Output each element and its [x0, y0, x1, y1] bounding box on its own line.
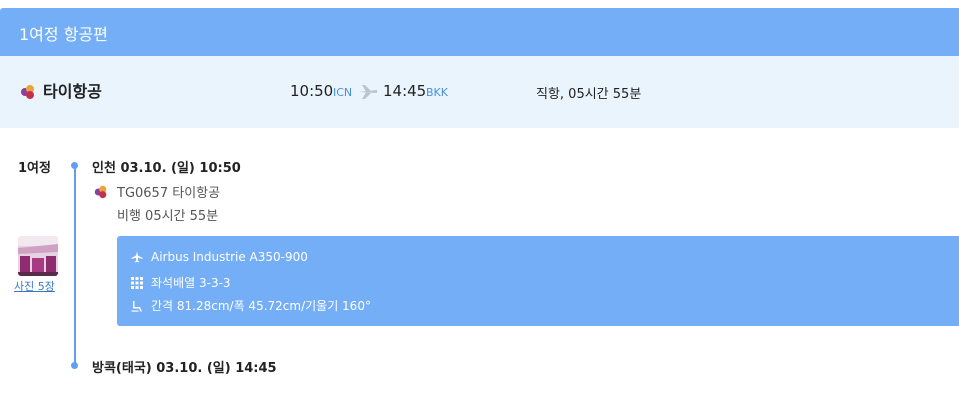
seat-grid-icon	[131, 276, 143, 289]
thai-airways-logo-icon	[94, 185, 107, 199]
arrival-time: 14:45	[383, 82, 427, 100]
arrival-airport-code: BKK	[426, 86, 448, 99]
flight-duration: 직항, 05시간 55분	[536, 87, 642, 102]
timeline-end-dot	[71, 362, 78, 369]
flight-duration-detail: 비행 05시간 55분	[117, 209, 219, 224]
arrival-info: 방콕(태국) 03.10. (일) 14:45	[92, 361, 277, 376]
itinerary-header: 1여정 항공편	[0, 8, 959, 56]
departure-info: 인천 03.10. (일) 10:50	[92, 161, 241, 176]
seat-layout: 좌석배열 3-3-3	[151, 276, 231, 290]
seat-layout-row: 좌석배열 3-3-3	[131, 274, 231, 291]
timeline-line	[74, 164, 76, 367]
header-title: 1여정 항공편	[19, 25, 108, 44]
aircraft-model: Airbus Industrie A350-900	[151, 250, 308, 264]
departure-airport-code: ICN	[333, 86, 353, 99]
seat-recline-icon	[131, 300, 142, 312]
leg-label: 1여정	[18, 161, 51, 176]
cabin-photo-thumbnail[interactable]	[18, 236, 58, 276]
seat-spec-row: 간격 81.28cm/폭 45.72cm/기울기 160°	[131, 297, 371, 314]
flight-summary[interactable]	[0, 56, 959, 128]
flight-number: TG0657 타이항공	[117, 186, 221, 201]
timeline-start-dot	[71, 162, 78, 169]
aircraft-info-box: Airbus Industrie A350-900 좌석배열 3-3-3 간격 …	[117, 236, 959, 326]
airplane-icon	[131, 251, 143, 263]
photo-link[interactable]: 사진 5장	[14, 278, 55, 294]
thai-airways-logo-icon	[21, 85, 34, 99]
aircraft-model-row: Airbus Industrie A350-900	[131, 250, 308, 264]
plane-icon	[359, 85, 377, 99]
departure-time: 10:50	[290, 82, 334, 100]
seat-spec: 간격 81.28cm/폭 45.72cm/기울기 160°	[151, 299, 371, 313]
airline-name: 타이항공	[43, 82, 102, 101]
